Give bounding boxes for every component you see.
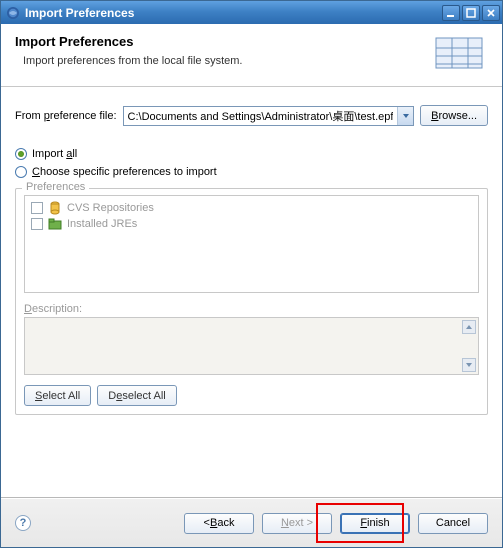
import-icon <box>432 34 488 74</box>
deselect-all-button: Deselect All <box>97 385 177 406</box>
tree-item-label: Installed JREs <box>67 218 137 230</box>
content-area: From preference file: Browse... Browse..… <box>1 87 502 497</box>
window-controls <box>442 5 500 21</box>
checkbox-icon <box>31 218 43 230</box>
help-icon[interactable]: ? <box>15 515 31 531</box>
cancel-button[interactable]: Cancel <box>418 513 488 534</box>
scroll-up-icon <box>462 320 476 334</box>
file-combo[interactable] <box>123 106 415 126</box>
radio-label: Import all <box>32 148 77 160</box>
radio-label: Choose specific preferences to import <box>32 166 217 178</box>
radio-icon <box>15 148 27 160</box>
file-label: From preference file: <box>15 110 117 122</box>
browse-button[interactable]: Browse... <box>420 105 488 126</box>
radio-icon <box>15 166 27 178</box>
banner-title: Import Preferences <box>15 34 422 49</box>
select-all-button: Select All <box>24 385 91 406</box>
footer: ? < Back < Back Next > Next > Finish Fin… <box>1 499 502 547</box>
file-input[interactable] <box>124 107 398 125</box>
finish-button[interactable]: Finish <box>340 513 410 534</box>
repository-icon <box>48 201 62 215</box>
radio-choose-specific[interactable]: Choose specific preferences to import Ch… <box>15 166 488 178</box>
tree-item: Installed JREs <box>29 216 474 232</box>
app-icon <box>6 6 20 20</box>
preferences-tree: CVS Repositories Installed JREs <box>24 195 479 293</box>
banner-subtitle: Import preferences from the local file s… <box>23 55 422 67</box>
preferences-legend: Preferences <box>22 181 89 193</box>
dialog-window: Import Preferences Import Preferences Im… <box>0 0 503 548</box>
maximize-button[interactable] <box>462 5 480 21</box>
radio-import-all[interactable]: Import all Import all <box>15 148 488 160</box>
back-button[interactable]: < Back <box>184 513 254 534</box>
titlebar: Import Preferences <box>1 1 502 24</box>
next-button: Next > <box>262 513 332 534</box>
description-label: Description: <box>24 303 479 315</box>
file-combo-dropdown[interactable] <box>397 107 413 125</box>
banner: Import Preferences Import preferences fr… <box>1 24 502 87</box>
file-row: From preference file: Browse... Browse..… <box>15 105 488 126</box>
tree-item-label: CVS Repositories <box>67 202 154 214</box>
preferences-group: Preferences CVS Repositories Installed J… <box>15 188 488 415</box>
tree-item: CVS Repositories <box>29 200 474 216</box>
close-button[interactable] <box>482 5 500 21</box>
scroll-down-icon <box>462 358 476 372</box>
checkbox-icon <box>31 202 43 214</box>
window-title: Import Preferences <box>25 6 442 20</box>
description-box <box>24 317 479 375</box>
minimize-button[interactable] <box>442 5 460 21</box>
folder-icon <box>48 217 62 231</box>
